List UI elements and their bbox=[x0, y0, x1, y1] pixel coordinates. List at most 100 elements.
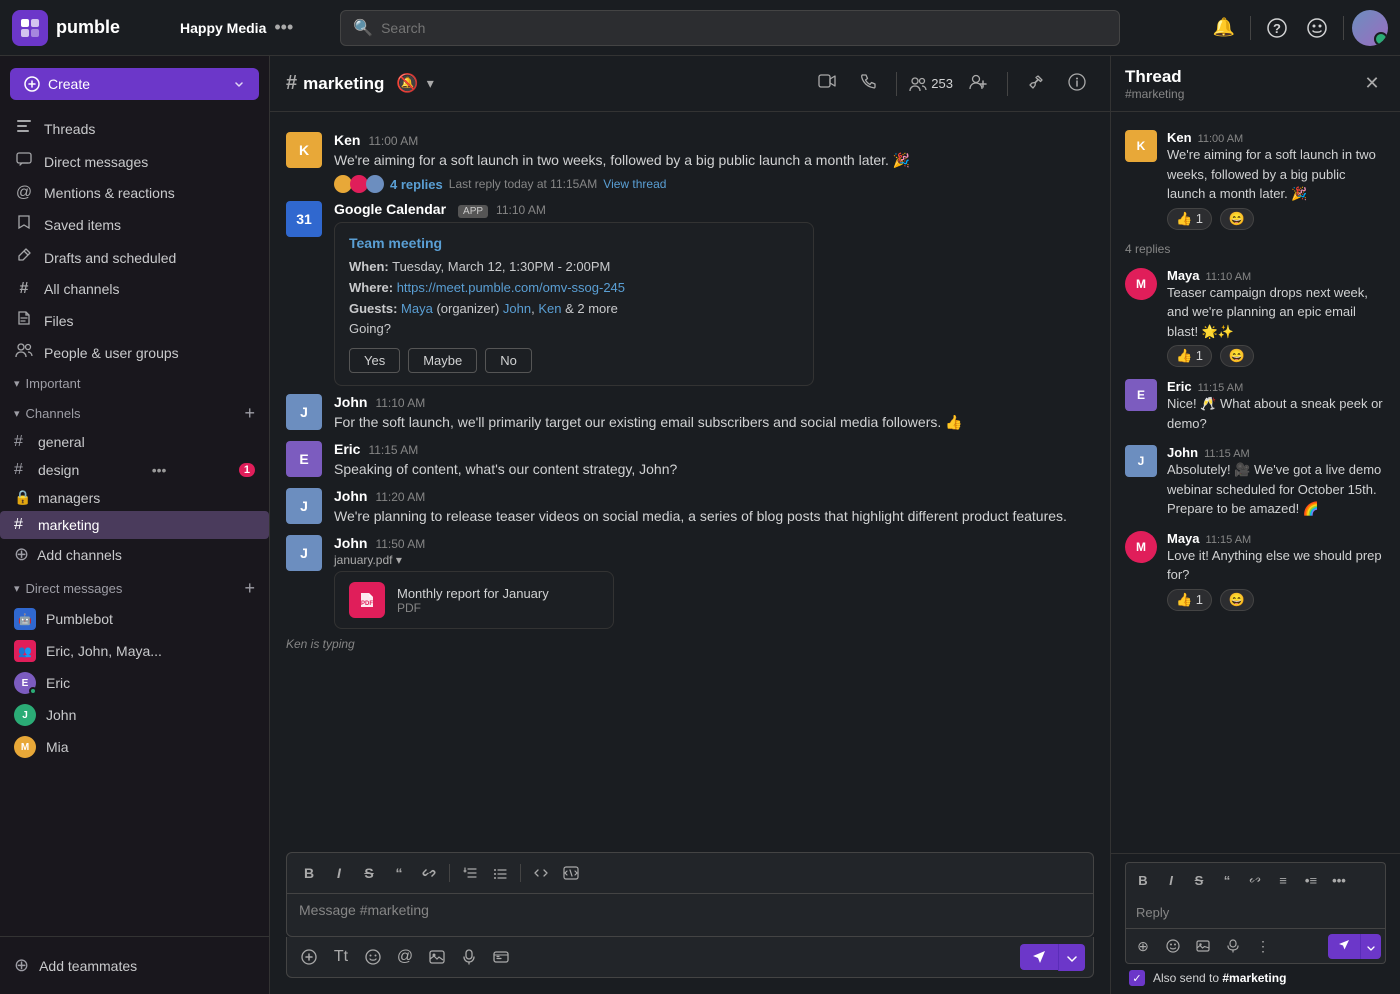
media-icon[interactable] bbox=[423, 943, 451, 971]
link-button[interactable] bbox=[415, 859, 443, 887]
bold-button[interactable]: B bbox=[295, 859, 323, 887]
thread-add-icon[interactable]: ⊕ bbox=[1130, 933, 1156, 959]
also-send-checkbox[interactable]: ✓ bbox=[1129, 970, 1145, 986]
thread-close-button[interactable]: ✕ bbox=[1358, 70, 1386, 98]
sidebar-channel-marketing[interactable]: # marketing bbox=[0, 511, 269, 539]
thread-audio-icon[interactable] bbox=[1220, 933, 1246, 959]
sidebar-channel-general[interactable]: # general bbox=[0, 428, 269, 456]
message-input-box[interactable]: Message #marketing bbox=[286, 893, 1094, 937]
help-icon[interactable]: ? bbox=[1259, 10, 1295, 46]
view-thread-link[interactable]: View thread bbox=[603, 177, 666, 191]
dm-eric[interactable]: E Eric bbox=[0, 667, 269, 699]
thread-emoji-icon[interactable] bbox=[1160, 933, 1186, 959]
code-block-button[interactable] bbox=[557, 859, 585, 887]
member-count[interactable]: 253 bbox=[909, 76, 953, 91]
thread-italic-button[interactable]: I bbox=[1158, 867, 1184, 893]
sidebar-item-saved[interactable]: Saved items bbox=[0, 208, 269, 241]
phone-call-button[interactable] bbox=[852, 69, 884, 98]
search-input[interactable] bbox=[381, 20, 1107, 36]
thread-more-icon[interactable]: ⋮ bbox=[1250, 933, 1276, 959]
reaction-thumbsup-3[interactable]: 👍 1 bbox=[1167, 589, 1212, 611]
replies-link[interactable]: 4 replies bbox=[390, 177, 443, 192]
video-call-button[interactable] bbox=[810, 70, 844, 97]
reaction-smile-3[interactable]: 😄 bbox=[1220, 589, 1254, 611]
thread-more-button[interactable]: ••• bbox=[1326, 867, 1352, 893]
guest-maya[interactable]: Maya bbox=[401, 301, 433, 316]
thread-blockquote-button[interactable]: “ bbox=[1214, 867, 1240, 893]
calendar-meeting-title[interactable]: Team meeting bbox=[349, 235, 799, 251]
section-dm[interactable]: ▾ Direct messages + bbox=[0, 570, 269, 603]
sidebar-item-direct-messages[interactable]: Direct messages bbox=[0, 145, 269, 178]
send-dropdown-button[interactable] bbox=[1058, 944, 1085, 971]
thread-list-button[interactable]: ≡ bbox=[1270, 867, 1296, 893]
thread-send-button[interactable] bbox=[1328, 934, 1360, 959]
info-button[interactable] bbox=[1060, 69, 1094, 98]
calendar-yes-button[interactable]: Yes bbox=[349, 348, 400, 373]
calendar-link[interactable]: https://meet.pumble.com/omv-ssog-245 bbox=[397, 280, 625, 295]
pin-button[interactable] bbox=[1020, 70, 1052, 97]
reaction-smile-2[interactable]: 😄 bbox=[1220, 345, 1254, 367]
ordered-list-button[interactable] bbox=[456, 859, 484, 887]
guest-ken[interactable]: Ken bbox=[538, 301, 561, 316]
emoji-status-icon[interactable] bbox=[1299, 10, 1335, 46]
add-member-button[interactable] bbox=[961, 70, 995, 97]
workspace-name[interactable]: Happy Media bbox=[180, 20, 266, 36]
section-channels[interactable]: ▾ Channels + bbox=[0, 395, 269, 428]
file-dropdown-label[interactable]: january.pdf ▾ bbox=[334, 553, 1094, 567]
search-bar[interactable]: 🔍 bbox=[340, 10, 1120, 46]
section-important[interactable]: ▾ Important bbox=[0, 368, 269, 395]
sidebar-item-mentions[interactable]: @ Mentions & reactions bbox=[0, 178, 269, 208]
thread-message-eric: E Eric 11:15 AM Nice! 🥂 What about a sne… bbox=[1111, 373, 1400, 439]
create-button[interactable]: Create bbox=[10, 68, 259, 100]
calendar-maybe-button[interactable]: Maybe bbox=[408, 348, 477, 373]
thread-media-icon[interactable] bbox=[1190, 933, 1216, 959]
sidebar-item-drafts[interactable]: Drafts and scheduled bbox=[0, 241, 269, 274]
thread-link-button[interactable] bbox=[1242, 867, 1268, 893]
dm-pumblebot[interactable]: 🤖 Pumblebot bbox=[0, 603, 269, 635]
emoji-picker-icon[interactable] bbox=[359, 943, 387, 971]
thread-bullet-button[interactable]: •≡ bbox=[1298, 867, 1324, 893]
file-attachment[interactable]: PDF Monthly report for January PDF bbox=[334, 571, 614, 629]
thread-bold-button[interactable]: B bbox=[1130, 867, 1156, 893]
calendar-avatar: 31 bbox=[286, 201, 322, 237]
sidebar-item-people[interactable]: People & user groups bbox=[0, 337, 269, 368]
sidebar-item-all-channels[interactable]: # All channels bbox=[0, 274, 269, 304]
canvas-icon[interactable] bbox=[487, 943, 515, 971]
reaction-thumbsup-2[interactable]: 👍 1 bbox=[1167, 345, 1212, 367]
reaction-thumbsup-1[interactable]: 👍 1 bbox=[1167, 208, 1212, 230]
send-button[interactable] bbox=[1020, 944, 1058, 970]
blockquote-button[interactable]: “ bbox=[385, 859, 413, 887]
unordered-list-button[interactable] bbox=[486, 859, 514, 887]
sidebar-channel-managers[interactable]: 🔒 managers bbox=[0, 484, 269, 511]
calendar-no-button[interactable]: No bbox=[485, 348, 532, 373]
thread-send-dropdown-button[interactable] bbox=[1360, 934, 1381, 959]
audio-icon[interactable] bbox=[455, 943, 483, 971]
thread-reply-input[interactable]: Reply bbox=[1125, 897, 1386, 929]
notifications-icon[interactable]: 🔔 bbox=[1206, 10, 1242, 46]
channel-bell-icon[interactable]: 🔕 bbox=[396, 73, 418, 94]
thread-maya-time-2: 11:15 AM bbox=[1206, 534, 1252, 546]
sidebar-item-threads[interactable]: Threads bbox=[0, 112, 269, 145]
dm-eric-john-maya[interactable]: 👥 Eric, John, Maya... bbox=[0, 635, 269, 667]
mention-icon[interactable]: @ bbox=[391, 943, 419, 971]
workspace-dots-icon[interactable]: ••• bbox=[274, 17, 293, 38]
design-more-icon[interactable]: ••• bbox=[152, 462, 167, 478]
add-dm-icon[interactable]: + bbox=[244, 578, 255, 599]
guest-john[interactable]: John bbox=[503, 301, 531, 316]
add-teammates-button[interactable]: ⊕ Add teammates bbox=[0, 947, 269, 984]
dm-john[interactable]: J John bbox=[0, 699, 269, 731]
channel-chevron-icon[interactable]: ▾ bbox=[427, 75, 434, 92]
user-avatar[interactable] bbox=[1352, 10, 1388, 46]
sidebar-item-files[interactable]: Files bbox=[0, 304, 269, 337]
sidebar-channel-design[interactable]: # design ••• 1 bbox=[0, 456, 269, 484]
italic-button[interactable]: I bbox=[325, 859, 353, 887]
thread-strikethrough-button[interactable]: S bbox=[1186, 867, 1212, 893]
dm-mia[interactable]: M Mia bbox=[0, 731, 269, 763]
strikethrough-button[interactable]: S bbox=[355, 859, 383, 887]
reaction-smile-1[interactable]: 😄 bbox=[1220, 208, 1254, 230]
add-channel-icon[interactable]: + bbox=[244, 403, 255, 424]
text-format-icon[interactable]: Tt bbox=[327, 943, 355, 971]
add-channels-button[interactable]: ⊕ Add channels bbox=[0, 539, 269, 570]
add-attachment-icon[interactable] bbox=[295, 943, 323, 971]
code-button[interactable] bbox=[527, 859, 555, 887]
